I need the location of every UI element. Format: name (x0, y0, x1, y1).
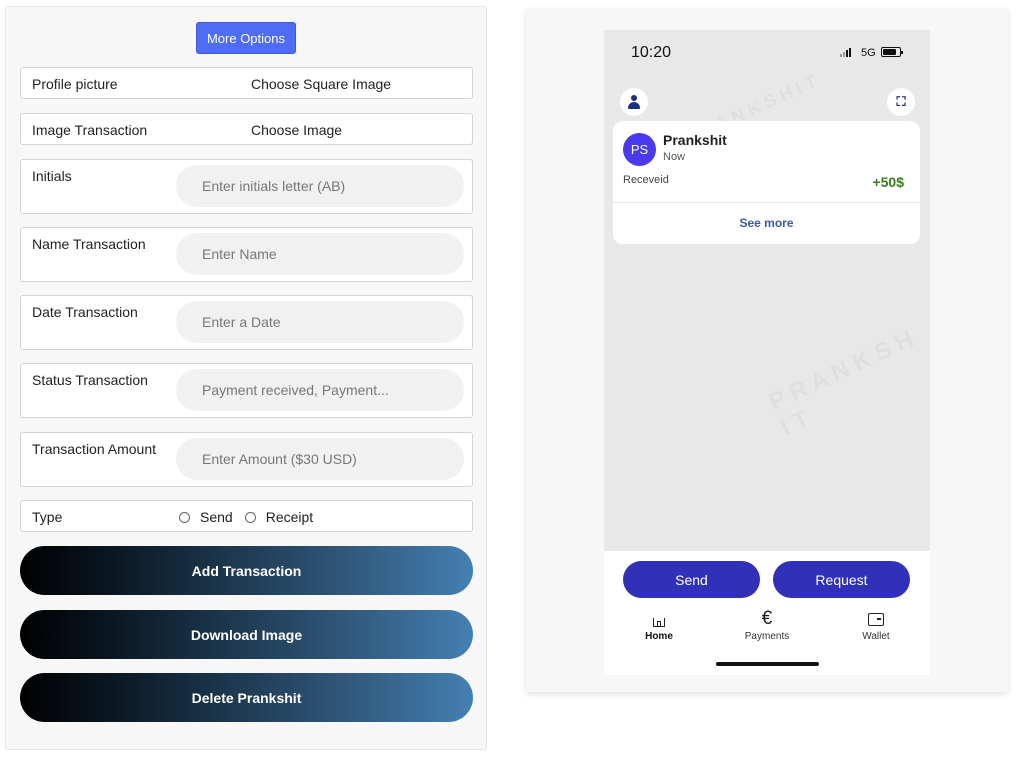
see-more-link[interactable]: See more (613, 216, 920, 230)
nav-home-label: Home (645, 631, 673, 642)
transaction-amount: +50$ (872, 174, 904, 190)
choose-square-image-button[interactable]: Choose Square Image (251, 76, 391, 92)
phone-screen: 10:20 5G ⛶ P R A N K S H I T P R A N K S… (604, 30, 930, 675)
bottom-bar: Send Request Home € Payments Wallet (604, 551, 930, 675)
name-label: Name Transaction (32, 236, 146, 252)
type-radio-group: Send Receipt (179, 509, 325, 525)
receipt-radio[interactable] (244, 511, 256, 523)
type-label: Type (32, 509, 63, 525)
initials-input[interactable] (176, 165, 464, 207)
transaction-editor: More Options Profile picture Choose Squa… (5, 6, 487, 750)
nav-wallet-label: Wallet (862, 631, 890, 642)
date-label: Date Transaction (32, 304, 138, 320)
transaction-name: Prankshit (663, 132, 727, 148)
signal-icon (840, 48, 851, 57)
preview-panel: 10:20 5G ⛶ P R A N K S H I T P R A N K S… (526, 9, 1008, 692)
battery-icon (881, 47, 903, 57)
image-transaction-label: Image Transaction (32, 122, 148, 138)
transaction-card[interactable]: PS Prankshit Now Receveid +50$ See more (613, 121, 920, 244)
nav-wallet[interactable]: Wallet (841, 609, 911, 642)
avatar: PS (623, 133, 656, 166)
image-transaction-row: Image Transaction Choose Image (20, 113, 473, 145)
download-image-button[interactable]: Download Image (20, 610, 473, 659)
send-button[interactable]: Send (623, 561, 760, 598)
nav-home[interactable]: Home (624, 609, 694, 642)
card-divider (613, 202, 920, 203)
receipt-radio-label[interactable]: Receipt (266, 509, 313, 525)
choose-image-button[interactable]: Choose Image (251, 122, 342, 138)
initials-row: Initials (20, 159, 473, 214)
name-input[interactable] (176, 233, 464, 275)
status-row: Status Transaction (20, 363, 473, 418)
network-label: 5G (861, 47, 876, 59)
profile-picture-label: Profile picture (32, 76, 118, 92)
send-radio[interactable] (179, 511, 190, 523)
home-indicator (716, 662, 819, 666)
home-icon (624, 609, 694, 629)
add-transaction-button[interactable]: Add Transaction (20, 546, 473, 595)
status-input[interactable] (176, 369, 464, 411)
scan-icon[interactable]: ⛶ (887, 88, 915, 116)
profile-picture-row: Profile picture Choose Square Image (20, 67, 473, 99)
euro-icon: € (761, 608, 773, 629)
more-options-button[interactable]: More Options (196, 22, 296, 54)
delete-prankshit-button[interactable]: Delete Prankshit (20, 673, 473, 722)
profile-icon[interactable] (620, 88, 648, 116)
status-label: Status Transaction (32, 372, 148, 388)
amount-row: Transaction Amount (20, 432, 473, 487)
amount-label: Transaction Amount (32, 441, 156, 457)
send-radio-label[interactable]: Send (200, 509, 233, 525)
type-row: Type Send Receipt (20, 500, 473, 532)
status-time: 10:20 (631, 44, 672, 61)
amount-input[interactable] (176, 438, 464, 480)
status-bar: 10:20 5G (604, 30, 930, 70)
wallet-icon (841, 609, 911, 629)
initials-label: Initials (32, 168, 72, 184)
name-row: Name Transaction (20, 227, 473, 282)
nav-payments[interactable]: € Payments (732, 608, 802, 642)
transaction-status: Receveid (623, 174, 669, 186)
date-row: Date Transaction (20, 295, 473, 350)
nav-payments-label: Payments (744, 631, 790, 642)
watermark: P R A N K S H I T (765, 324, 930, 443)
request-button[interactable]: Request (773, 561, 910, 598)
transaction-date: Now (663, 151, 686, 163)
date-input[interactable] (176, 301, 464, 343)
